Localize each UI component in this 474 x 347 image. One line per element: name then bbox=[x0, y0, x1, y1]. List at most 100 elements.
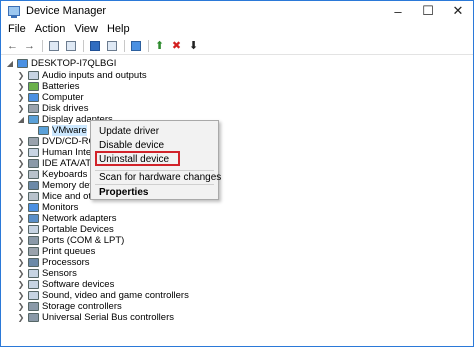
expand-arrow-icon[interactable]: ❯ bbox=[16, 257, 26, 268]
processor-icon bbox=[28, 258, 39, 267]
tree-item-memory[interactable]: ❯ Memory devi bbox=[1, 180, 473, 191]
tree-item-display-adapters[interactable]: ◢ Display adapters bbox=[1, 114, 473, 125]
tree-item-audio[interactable]: ❯ Audio inputs and outputs bbox=[1, 70, 473, 81]
minimize-button[interactable]: – bbox=[383, 1, 413, 21]
menu-scan-hardware[interactable]: Scan for hardware changes bbox=[99, 172, 221, 183]
usb-icon bbox=[28, 313, 39, 322]
network-icon bbox=[28, 214, 39, 223]
tree-root[interactable]: ◢ DESKTOP-I7QLBGI bbox=[1, 56, 473, 70]
expand-arrow-icon[interactable]: ❯ bbox=[16, 235, 26, 246]
menu-action[interactable]: Action bbox=[33, 23, 73, 35]
context-menu-separator bbox=[95, 170, 214, 171]
expand-arrow-icon[interactable]: ❯ bbox=[16, 224, 26, 235]
tree-item-batteries[interactable]: ❯ Batteries bbox=[1, 81, 473, 92]
tree-item-mice[interactable]: ❯ Mice and oth bbox=[1, 191, 473, 202]
mouse-icon bbox=[28, 192, 39, 201]
tree-item-human-interface[interactable]: ❯ Human Interf bbox=[1, 147, 473, 158]
expand-arrow-icon[interactable]: ❯ bbox=[16, 312, 26, 323]
collapse-arrow-icon[interactable]: ◢ bbox=[16, 114, 26, 125]
tree-item-label: Storage controllers bbox=[42, 301, 122, 312]
expand-arrow-icon[interactable]: ❯ bbox=[16, 279, 26, 290]
tree-item-network-adapters[interactable]: ❯ Network adapters bbox=[1, 213, 473, 224]
back-arrow-icon[interactable]: ← bbox=[5, 39, 20, 53]
tree-item-label: Sound, video and game controllers bbox=[42, 290, 189, 301]
expand-arrow-icon[interactable]: ❯ bbox=[16, 301, 26, 312]
storage-icon bbox=[28, 302, 39, 311]
display-adapter-icon bbox=[38, 126, 49, 135]
menu-update-driver[interactable]: Update driver bbox=[99, 126, 159, 137]
dvd-icon bbox=[28, 137, 39, 146]
toolbar-separator bbox=[42, 39, 43, 52]
tree-item-ports[interactable]: ❯ Ports (COM & LPT) bbox=[1, 235, 473, 246]
menu-help[interactable]: Help bbox=[105, 23, 137, 35]
tree-item-disk-drives[interactable]: ❯ Disk drives bbox=[1, 103, 473, 114]
monitor-icon[interactable] bbox=[128, 39, 143, 53]
menu-bar: File Action View Help bbox=[1, 21, 473, 37]
audio-icon bbox=[28, 71, 39, 80]
update-view-icon[interactable] bbox=[63, 39, 78, 53]
expand-arrow-icon[interactable]: ❯ bbox=[16, 147, 26, 158]
expand-arrow-icon[interactable]: ❯ bbox=[16, 213, 26, 224]
menu-view[interactable]: View bbox=[72, 23, 105, 35]
tree-item-usb[interactable]: ❯ Universal Serial Bus controllers bbox=[1, 312, 473, 323]
expand-arrow-icon[interactable]: ❯ bbox=[16, 81, 26, 92]
expand-arrow-icon[interactable]: ❯ bbox=[16, 191, 26, 202]
tree-item-monitors[interactable]: ❯ Monitors bbox=[1, 202, 473, 213]
tree-item-dvd[interactable]: ❯ DVD/CD-ROM bbox=[1, 136, 473, 147]
disk-icon bbox=[28, 104, 39, 113]
maximize-button[interactable]: ☐ bbox=[413, 1, 443, 21]
expand-arrow-icon[interactable]: ❯ bbox=[16, 246, 26, 257]
expand-arrow-icon[interactable]: ❯ bbox=[16, 268, 26, 279]
context-menu: Update driver Disable device Uninstall d… bbox=[90, 120, 221, 200]
close-button[interactable]: ✕ bbox=[443, 1, 473, 21]
properties-icon[interactable] bbox=[46, 39, 61, 53]
tree-item-sound[interactable]: ❯ Sound, video and game controllers bbox=[1, 290, 473, 301]
tree-item-portable-devices[interactable]: ❯ Portable Devices bbox=[1, 224, 473, 235]
tree-item-label: Disk drives bbox=[42, 103, 89, 114]
expand-arrow-icon[interactable]: ❯ bbox=[16, 103, 26, 114]
tree-item-keyboards[interactable]: ❯ Keyboards bbox=[1, 169, 473, 180]
expand-arrow-icon[interactable]: ❯ bbox=[16, 169, 26, 180]
battery-icon bbox=[28, 82, 39, 91]
tree-item-software-devices[interactable]: ❯ Software devices bbox=[1, 279, 473, 290]
expand-arrow-icon[interactable]: ❯ bbox=[16, 202, 26, 213]
expand-arrow-icon[interactable]: ❯ bbox=[16, 136, 26, 147]
tree-item-vmware[interactable]: VMware bbox=[1, 125, 473, 136]
sensor-icon bbox=[28, 269, 39, 278]
tree-item-storage[interactable]: ❯ Storage controllers bbox=[1, 301, 473, 312]
tree-item-label: Computer bbox=[42, 92, 84, 103]
toolbar-separator bbox=[83, 39, 84, 52]
menu-file[interactable]: File bbox=[6, 23, 33, 35]
tree-item-print-queues[interactable]: ❯ Print queues bbox=[1, 246, 473, 257]
collapse-arrow-icon[interactable]: ◢ bbox=[5, 58, 15, 69]
tree-item-sensors[interactable]: ❯ Sensors bbox=[1, 268, 473, 279]
expand-arrow-icon[interactable]: ❯ bbox=[16, 290, 26, 301]
tree-item-label: Portable Devices bbox=[42, 224, 114, 235]
tree-item-label: Ports (COM & LPT) bbox=[42, 235, 125, 246]
menu-properties[interactable]: Properties bbox=[99, 187, 148, 198]
expand-arrow-icon[interactable]: ❯ bbox=[16, 92, 26, 103]
expand-arrow-icon[interactable]: ❯ bbox=[16, 158, 26, 169]
show-hidden-icon[interactable] bbox=[104, 39, 119, 53]
uninstall-highlight-box bbox=[95, 151, 180, 166]
port-icon bbox=[28, 236, 39, 245]
tree-root-label: DESKTOP-I7QLBGI bbox=[31, 57, 117, 69]
expand-arrow-icon[interactable]: ❯ bbox=[16, 180, 26, 191]
menu-disable-device[interactable]: Disable device bbox=[99, 140, 164, 151]
enable-device-icon[interactable]: ⬆ bbox=[152, 39, 167, 53]
expand-arrow-icon[interactable]: ❯ bbox=[16, 70, 26, 81]
hid-icon bbox=[28, 148, 39, 157]
tree-item-ide[interactable]: ❯ IDE ATA/ATAPI bbox=[1, 158, 473, 169]
speaker-icon bbox=[28, 291, 39, 300]
tree-item-computer[interactable]: ❯ Computer bbox=[1, 92, 473, 103]
toolbar-separator bbox=[148, 39, 149, 52]
keyboard-icon bbox=[28, 170, 39, 179]
tree-item-label: Audio inputs and outputs bbox=[42, 70, 147, 81]
forward-arrow-icon[interactable]: → bbox=[22, 39, 37, 53]
printer-icon bbox=[28, 247, 39, 256]
help-icon[interactable] bbox=[87, 39, 102, 53]
title-bar: Device Manager – ☐ ✕ bbox=[1, 1, 473, 21]
remove-icon[interactable]: ✖ bbox=[169, 39, 184, 53]
tree-item-processors[interactable]: ❯ Processors bbox=[1, 257, 473, 268]
download-icon[interactable]: ⬇ bbox=[186, 39, 201, 53]
